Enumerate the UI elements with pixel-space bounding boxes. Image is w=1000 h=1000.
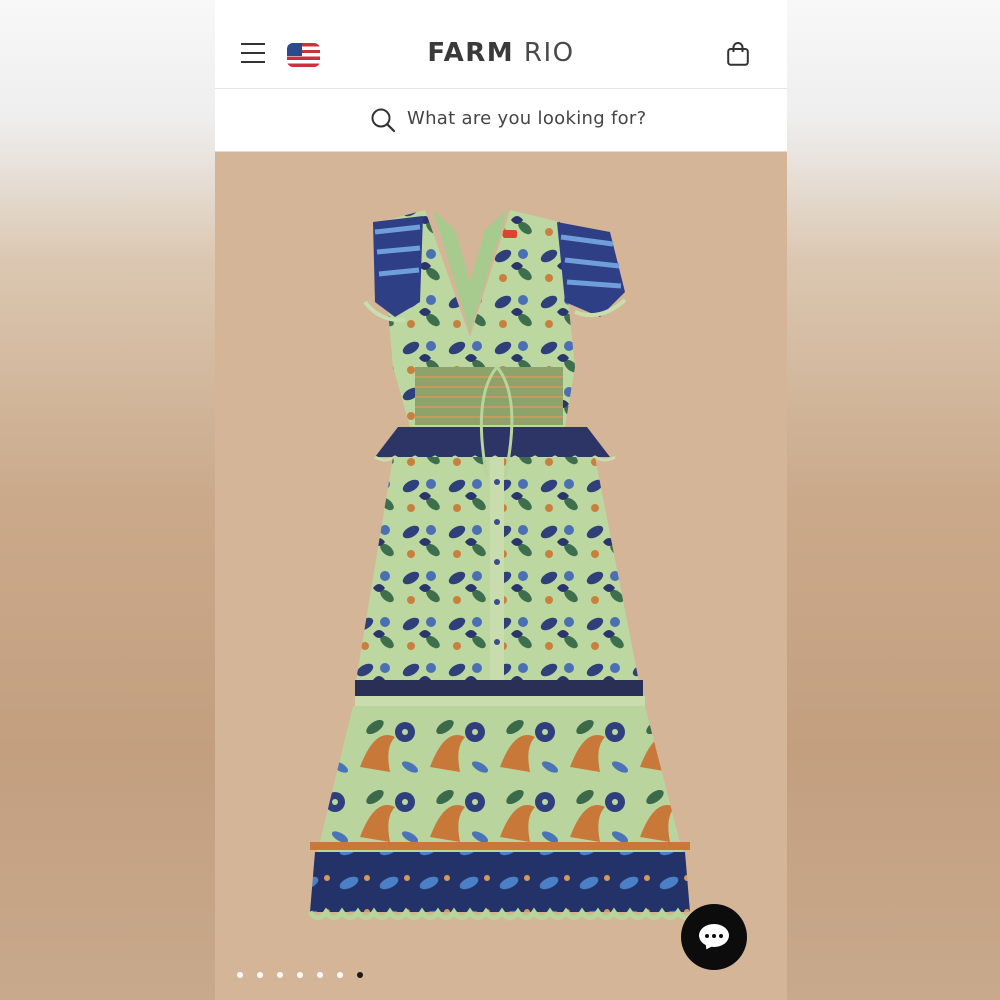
shopping-bag-icon[interactable] xyxy=(727,42,749,66)
right-background xyxy=(785,0,1000,1000)
brand-secondary: RIO xyxy=(523,38,575,68)
product-image-gallery[interactable] xyxy=(215,152,787,1000)
search-placeholder[interactable]: What are you looking for? xyxy=(407,108,646,129)
carousel-dot[interactable] xyxy=(337,972,343,978)
carousel-dot[interactable] xyxy=(277,972,283,978)
chat-button[interactable] xyxy=(681,904,747,970)
dress-product-image xyxy=(307,210,697,921)
carousel-indicators xyxy=(237,963,377,978)
left-background xyxy=(0,0,215,1000)
carousel-dot[interactable] xyxy=(317,972,323,978)
mobile-screen: FARM RIO What are you looking for? xyxy=(215,0,787,1000)
search-icon[interactable] xyxy=(370,107,396,133)
brand-primary: FARM xyxy=(427,38,515,68)
carousel-dot[interactable] xyxy=(257,972,263,978)
carousel-dot[interactable] xyxy=(297,972,303,978)
carousel-dot-active[interactable] xyxy=(357,972,363,978)
brand-logo[interactable]: FARM RIO xyxy=(215,38,787,68)
carousel-dot[interactable] xyxy=(237,972,243,978)
top-header: FARM RIO xyxy=(215,0,787,89)
search-bar[interactable]: What are you looking for? xyxy=(215,89,787,152)
